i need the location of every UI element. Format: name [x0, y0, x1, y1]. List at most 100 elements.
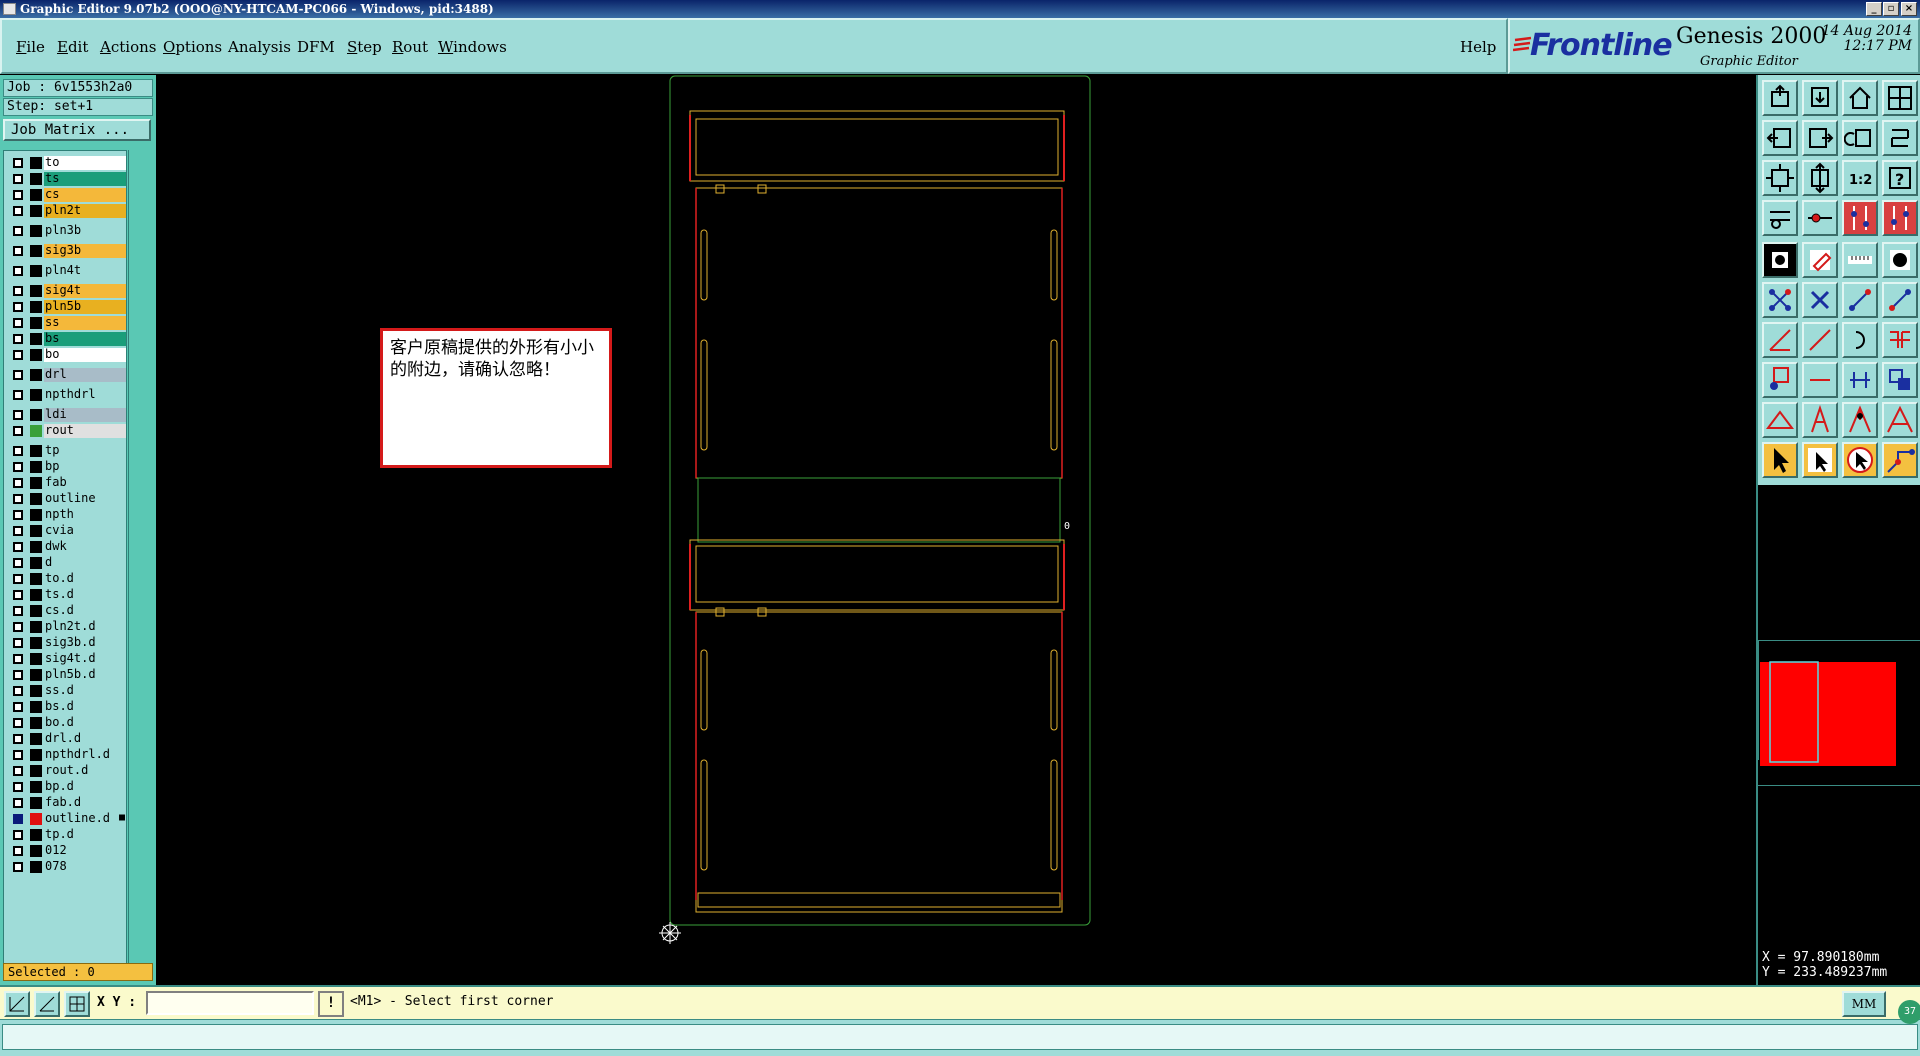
move-tool-button[interactable] — [1762, 362, 1798, 398]
layer-name[interactable]: sig4t — [44, 284, 126, 298]
layer-color-swatch[interactable] — [30, 525, 42, 537]
menu-windows[interactable]: Windows — [438, 38, 507, 56]
minimize-button[interactable]: _ — [1866, 2, 1882, 16]
house-tool-button[interactable] — [1842, 80, 1878, 116]
layer-row-bo[interactable]: bo — [7, 348, 127, 362]
layer-name[interactable]: npthdrl.d — [44, 748, 126, 762]
layer-row-rout-d[interactable]: rout.d — [7, 764, 127, 778]
layer-color-swatch[interactable] — [30, 173, 42, 185]
layer-checkbox[interactable] — [13, 462, 23, 472]
layer-name[interactable]: drl — [44, 368, 126, 382]
layer-name[interactable]: bo.d — [44, 716, 126, 730]
layer-name[interactable]: cs.d — [44, 604, 126, 618]
layer-checkbox[interactable] — [13, 590, 23, 600]
layer-name[interactable]: fab.d — [44, 796, 126, 810]
layer-checkbox[interactable] — [13, 478, 23, 488]
undo-view-tool-button[interactable] — [1842, 120, 1878, 156]
layer-name[interactable]: ldi — [44, 408, 126, 422]
layer-row-npth[interactable]: npth — [7, 508, 127, 522]
layer-checkbox[interactable] — [13, 654, 23, 664]
layer-color-swatch[interactable] — [30, 573, 42, 585]
layer-row-pln2t-d[interactable]: pln2t.d — [7, 620, 127, 634]
layer-checkbox[interactable] — [13, 574, 23, 584]
layer-color-swatch[interactable] — [30, 333, 42, 345]
layer-name[interactable]: bs.d — [44, 700, 126, 714]
layer-checkbox[interactable] — [13, 494, 23, 504]
triangle-tool-button[interactable] — [1762, 402, 1798, 438]
zoom-home-tool-button[interactable] — [1762, 80, 1798, 116]
triangle3-tool-button[interactable] — [1842, 402, 1878, 438]
minus-tool-button[interactable] — [1802, 362, 1838, 398]
measure-tool-button[interactable] — [1802, 200, 1838, 236]
layer-color-swatch[interactable] — [30, 285, 42, 297]
layer-checkbox[interactable] — [13, 190, 23, 200]
layer-row-pln2t[interactable]: pln2t — [7, 204, 127, 218]
layer-checkbox[interactable] — [13, 638, 23, 648]
layer-name[interactable]: tp.d — [44, 828, 126, 842]
layer-name[interactable]: bp.d — [44, 780, 126, 794]
units-button[interactable]: MM — [1842, 991, 1886, 1017]
layer-name[interactable]: rout.d — [44, 764, 126, 778]
layer-row-npthdrl[interactable]: npthdrl — [7, 388, 127, 402]
triangle2-tool-button[interactable] — [1802, 402, 1838, 438]
layer-checkbox[interactable] — [13, 370, 23, 380]
query-tool-button[interactable]: ? — [1882, 160, 1918, 196]
menu-edit[interactable]: Edit — [57, 38, 88, 56]
split-tool-button[interactable] — [1882, 322, 1918, 358]
layer-row-fab-d[interactable]: fab.d — [7, 796, 127, 810]
layer-row-bs[interactable]: bs — [7, 332, 127, 346]
layer-checkbox[interactable] — [13, 410, 23, 420]
ratio-1-2-tool-button[interactable]: 1:2 — [1842, 160, 1878, 196]
polygon-tool-button[interactable] — [1802, 242, 1838, 278]
pad-tool-button[interactable] — [1762, 242, 1798, 278]
connect2-tool-button[interactable] — [1882, 282, 1918, 318]
layer-row-012[interactable]: 012 — [7, 844, 127, 858]
layer-row-tp[interactable]: tp — [7, 444, 127, 458]
layer-name[interactable]: pln5b — [44, 300, 126, 314]
layer-color-swatch[interactable] — [30, 749, 42, 761]
layer-checkbox[interactable] — [13, 390, 23, 400]
warning-button[interactable]: ! — [318, 991, 344, 1017]
layer-checkbox[interactable] — [13, 542, 23, 552]
layer-color-swatch[interactable] — [30, 845, 42, 857]
layer-row-bp-d[interactable]: bp.d — [7, 780, 127, 794]
layer-row-sig4t-d[interactable]: sig4t.d — [7, 652, 127, 666]
layer-checkbox[interactable] — [13, 606, 23, 616]
layer-checkbox[interactable] — [13, 446, 23, 456]
layer-checkbox[interactable] — [13, 782, 23, 792]
snap-tool-button[interactable] — [1762, 200, 1798, 236]
layer-color-swatch[interactable] — [30, 829, 42, 841]
layer-color-swatch[interactable] — [30, 797, 42, 809]
layer-color-swatch[interactable] — [30, 733, 42, 745]
layer-row-cs[interactable]: cs — [7, 188, 127, 202]
layer-color-swatch[interactable] — [30, 861, 42, 873]
layer-row-ss[interactable]: ss — [7, 316, 127, 330]
layer-color-swatch[interactable] — [30, 541, 42, 553]
layer-name[interactable]: dwk — [44, 540, 126, 554]
layer-color-swatch[interactable] — [30, 461, 42, 473]
layer-row-to-d[interactable]: to.d — [7, 572, 127, 586]
layer-checkbox[interactable] — [13, 766, 23, 776]
layer-checkbox[interactable] — [13, 814, 23, 824]
menu-file[interactable]: File — [16, 38, 45, 56]
layer-color-swatch[interactable] — [30, 701, 42, 713]
layer-name[interactable]: npth — [44, 508, 126, 522]
layer-row-cs-d[interactable]: cs.d — [7, 604, 127, 618]
layer-row-pln5b-d[interactable]: pln5b.d — [7, 668, 127, 682]
layer-checkbox[interactable] — [13, 350, 23, 360]
layer-row-bs-d[interactable]: bs.d — [7, 700, 127, 714]
layer-name[interactable]: bp — [44, 460, 126, 474]
snap-mode-button[interactable] — [4, 991, 30, 1017]
layer-name[interactable]: sig3b.d — [44, 636, 126, 650]
layer-color-swatch[interactable] — [30, 605, 42, 617]
layer-row-pln4t[interactable]: pln4t — [7, 264, 127, 278]
layer-row-drl[interactable]: drl — [7, 368, 127, 382]
layer-row-bp[interactable]: bp — [7, 460, 127, 474]
layer-name[interactable]: to.d — [44, 572, 126, 586]
layer-color-swatch[interactable] — [30, 389, 42, 401]
layer-color-swatch[interactable] — [30, 425, 42, 437]
layer-name[interactable]: pln5b.d — [44, 668, 126, 682]
layers-red2-tool-button[interactable] — [1882, 200, 1918, 236]
layer-row-to[interactable]: to — [7, 156, 127, 170]
layer-color-swatch[interactable] — [30, 349, 42, 361]
